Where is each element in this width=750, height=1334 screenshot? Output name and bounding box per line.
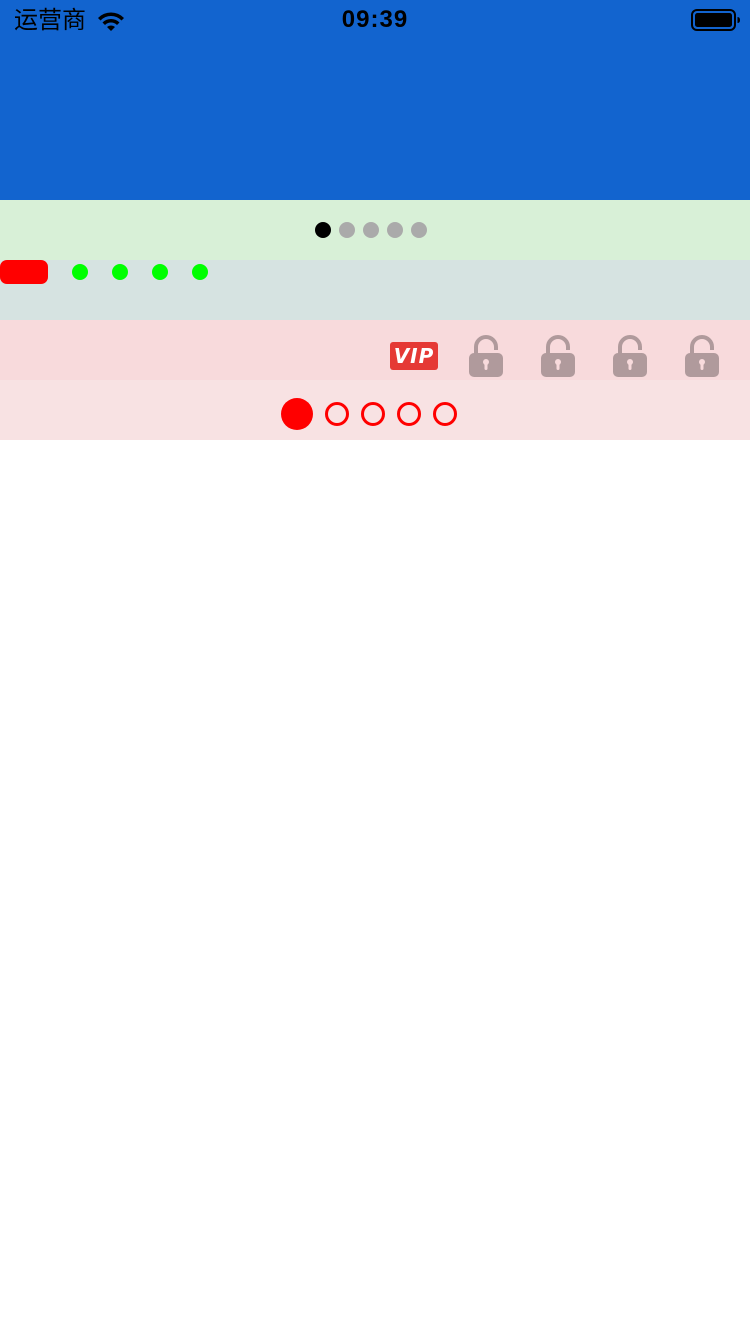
- page-dot[interactable]: [339, 222, 355, 238]
- page-dot[interactable]: [363, 222, 379, 238]
- vip-badge[interactable]: VIP: [390, 342, 438, 370]
- page-dot-ring[interactable]: [361, 402, 385, 426]
- page-dot-ring[interactable]: [433, 402, 457, 426]
- lock-icon[interactable]: [540, 334, 576, 378]
- lock-icon[interactable]: [684, 334, 720, 378]
- screen: 运营商 09:39 VIP: [0, 0, 750, 1334]
- status-time: 09:39: [341, 6, 409, 33]
- page-indicator-active-pill[interactable]: [0, 260, 48, 284]
- page-dot[interactable]: [72, 264, 88, 280]
- lock-icon[interactable]: [468, 334, 504, 378]
- page-dot-active[interactable]: [315, 222, 331, 238]
- page-dot-active[interactable]: [281, 398, 313, 430]
- page-dot-ring[interactable]: [325, 402, 349, 426]
- page-control-pill[interactable]: [0, 260, 750, 320]
- page-control-ring[interactable]: [0, 380, 750, 440]
- page-dot[interactable]: [411, 222, 427, 238]
- page-dot[interactable]: [192, 264, 208, 280]
- battery-icon: [691, 9, 740, 31]
- status-bar: 运营商 09:39: [0, 0, 750, 40]
- page-control-vip[interactable]: VIP: [0, 320, 750, 380]
- page-dot-ring[interactable]: [397, 402, 421, 426]
- page-dot[interactable]: [387, 222, 403, 238]
- page-dot[interactable]: [152, 264, 168, 280]
- lock-icon[interactable]: [612, 334, 648, 378]
- page-control-default[interactable]: [0, 200, 750, 260]
- page-dot[interactable]: [112, 264, 128, 280]
